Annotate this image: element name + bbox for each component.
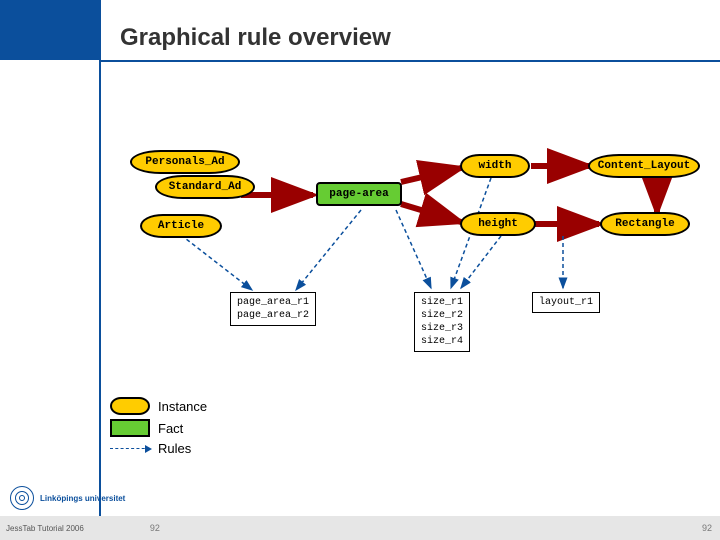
node-content-layout: Content_Layout: [588, 154, 700, 178]
rule-line: page_area_r2: [237, 309, 309, 322]
footer-page-left: 92: [150, 523, 160, 533]
seal-icon: [10, 486, 34, 510]
footer: JessTab Tutorial 2006 92 92: [0, 516, 720, 540]
university-mark: Linköpings universitet: [10, 486, 125, 510]
node-rectangle: Rectangle: [600, 212, 690, 236]
label: Standard_Ad: [169, 181, 242, 193]
legend-label: Rules: [158, 441, 191, 456]
university-label: Linköpings universitet: [40, 494, 125, 503]
node-width: width: [460, 154, 530, 178]
slide: Graphical rule overview: [0, 0, 720, 540]
rules-page-area: page_area_r1 page_area_r2: [230, 292, 316, 326]
rule-line: layout_r1: [539, 296, 593, 309]
node-page-area: page-area: [316, 182, 402, 206]
label: width: [478, 160, 511, 172]
legend-rules: Rules: [110, 441, 207, 456]
rule-line: size_r2: [421, 309, 463, 322]
title-band: Graphical rule overview: [100, 60, 720, 62]
blue-sidebar: [0, 0, 100, 540]
rule-line: size_r3: [421, 322, 463, 335]
node-height: height: [460, 212, 536, 236]
rule-line: page_area_r1: [237, 296, 309, 309]
label: Content_Layout: [598, 160, 690, 172]
label: Article: [158, 220, 204, 232]
rules-layout: layout_r1: [532, 292, 600, 313]
footer-page-right: 92: [702, 523, 712, 533]
footer-left: JessTab Tutorial 2006: [6, 524, 84, 533]
legend-label: Instance: [158, 399, 207, 414]
legend-rect-icon: [110, 419, 150, 437]
legend-label: Fact: [158, 421, 183, 436]
node-personals-ad: Personals_Ad: [130, 150, 240, 174]
legend-instance: Instance: [110, 397, 207, 415]
rule-line: size_r4: [421, 335, 463, 348]
legend: Instance Fact Rules: [110, 393, 207, 460]
slide-title: Graphical rule overview: [120, 24, 391, 52]
legend-arrow-icon: [110, 448, 150, 449]
legend-fact: Fact: [110, 419, 207, 437]
rules-size: size_r1 size_r2 size_r3 size_r4: [414, 292, 470, 352]
label: page-area: [329, 188, 388, 200]
label: Personals_Ad: [145, 156, 224, 168]
label: height: [478, 218, 518, 230]
node-article: Article: [140, 214, 222, 238]
node-standard-ad: Standard_Ad: [155, 175, 255, 199]
legend-oval-icon: [110, 397, 150, 415]
label: Rectangle: [615, 218, 674, 230]
rule-line: size_r1: [421, 296, 463, 309]
diagram-canvas: Personals_Ad Standard_Ad Article width h…: [100, 120, 702, 440]
